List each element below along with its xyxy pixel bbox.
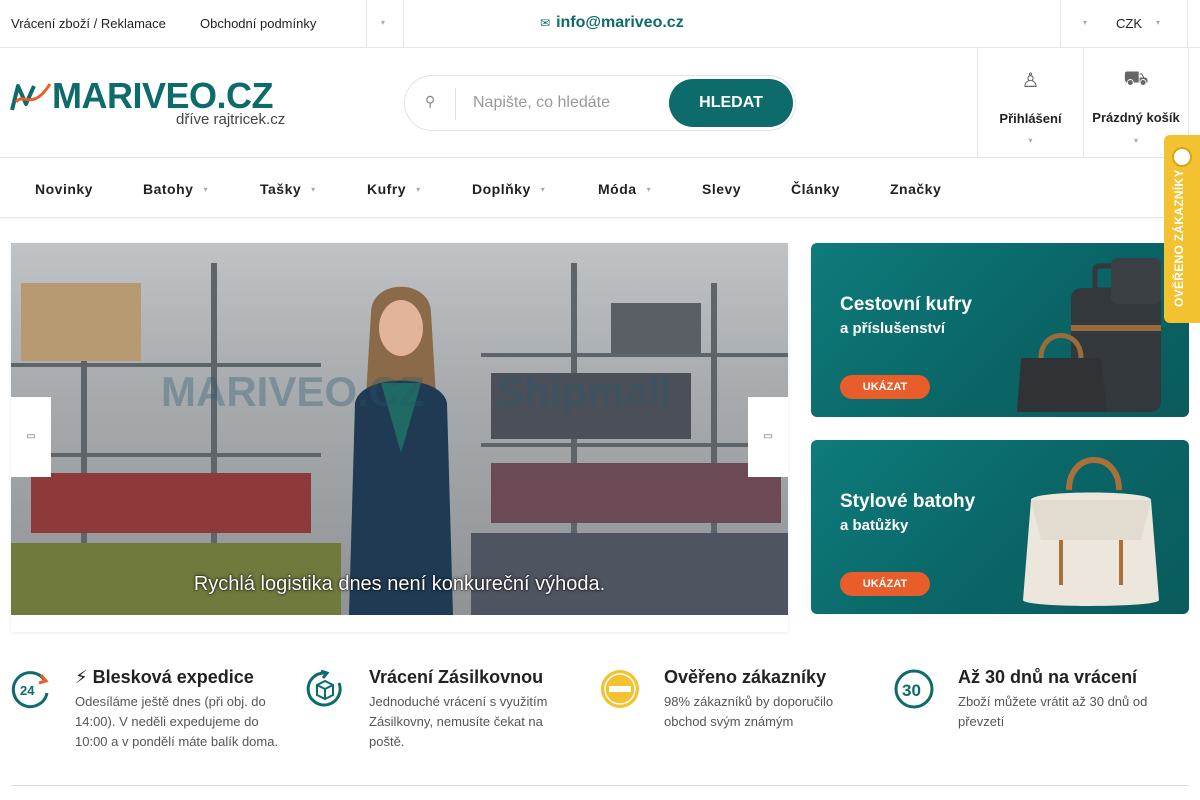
- chevron-down-icon[interactable]: ▾: [1156, 18, 1160, 27]
- login-label: Přihlášení: [999, 111, 1062, 126]
- nav-label: Tašky: [260, 181, 302, 197]
- nav-item-doplnky[interactable]: Doplňky ▾: [472, 181, 545, 197]
- feature-title: ⚡ Blesková expedice: [75, 667, 254, 688]
- top-bar: Vrácení zboží / Reklamace Obchodní podmí…: [0, 0, 1200, 48]
- svg-text:30: 30: [902, 681, 921, 700]
- terms-link[interactable]: Obchodní podmínky: [200, 16, 316, 31]
- suitcase-image: [1017, 258, 1161, 412]
- email-text: info@mariveo.cz: [556, 14, 684, 31]
- banner-button[interactable]: UKÁZAT: [840, 572, 930, 596]
- divider: [366, 0, 367, 48]
- clock-24-icon: 24: [11, 671, 49, 709]
- returns-link[interactable]: Vrácení zboží / Reklamace: [11, 16, 166, 31]
- chevron-down-icon: ▾: [646, 185, 652, 194]
- feature-desc: 98% zákazníků by doporučilo obchod svým …: [664, 694, 834, 729]
- verified-seal-icon: [601, 670, 639, 708]
- presenter-figure: [349, 286, 453, 615]
- feature-desc: Jednoduché vrácení s využitím Zásilkovny…: [369, 694, 548, 749]
- envelope-icon: ✉: [540, 16, 551, 30]
- nav-label: Batohy: [143, 181, 194, 197]
- feature-item: Vrácení Zásilkovnou Jednoduché vrácení s…: [305, 667, 585, 757]
- feature-item: 24 ⚡ Blesková expedice Odesíláme ještě d…: [11, 667, 291, 757]
- slider-next-button[interactable]: ▭: [748, 397, 788, 477]
- banner-title: Cestovní kufry: [840, 294, 972, 315]
- cart-label: Prázdný košík: [1092, 110, 1180, 125]
- watermark-shipmall: Shipmall: [496, 368, 672, 415]
- site-header: MARIVEO.CZ dříve rajtricek.cz ⚲ HLEDAT ♙…: [0, 48, 1200, 158]
- search-bar: ⚲ HLEDAT: [404, 75, 796, 131]
- feature-desc: Odesíláme ještě dnes (při obj. do 14:00)…: [75, 694, 279, 749]
- chevron-down-icon: ▾: [311, 185, 316, 194]
- verified-seal-icon: [1172, 147, 1192, 167]
- search-icon: ⚲: [425, 93, 436, 109]
- nav-item-kufry[interactable]: Kufry ▾: [367, 181, 421, 197]
- divider: [1187, 0, 1188, 48]
- svg-text:24: 24: [20, 683, 35, 698]
- nav-label: Doplňky: [472, 181, 531, 197]
- nav-item-slevy[interactable]: Slevy: [702, 181, 741, 197]
- feature-title-text: Blesková expedice: [92, 667, 254, 687]
- hero-video-frame[interactable]: MARIVEO.CZ Shipmall Rychlá logistika dne…: [11, 243, 788, 615]
- chevron-down-icon: ▾: [203, 185, 208, 194]
- site-logo[interactable]: MARIVEO.CZ dříve rajtricek.cz: [10, 75, 290, 130]
- banner-button[interactable]: UKÁZAT: [840, 375, 930, 399]
- nav-label: Móda: [598, 181, 637, 197]
- search-input[interactable]: [473, 92, 663, 114]
- main-nav: Novinky Batohy ▾ Tašky ▾ Kufry ▾ Doplňky ▾ M…: [0, 158, 1200, 218]
- user-icon: ♙: [1021, 70, 1040, 92]
- divider: [11, 785, 1189, 786]
- currency-selector[interactable]: CZK: [1116, 16, 1142, 31]
- return-box-icon: [306, 669, 342, 707]
- feature-title: Až 30 dnů na vrácení: [958, 667, 1138, 687]
- nav-label: Články: [791, 181, 840, 197]
- feature-title: Vrácení Zásilkovnou: [369, 667, 544, 687]
- nav-item-tasky[interactable]: Tašky ▾: [260, 181, 316, 197]
- divider: [1060, 0, 1061, 48]
- nav-label: Slevy: [702, 181, 742, 197]
- chevron-down-icon: ▾: [1028, 136, 1033, 145]
- feature-title: Ověřeno zákazníky: [664, 667, 827, 687]
- nav-label: Kufry: [367, 181, 407, 197]
- divider: [403, 0, 404, 48]
- banner-suitcases[interactable]: Cestovní kufry a příslušenství UKÁZAT: [811, 243, 1189, 417]
- search-button[interactable]: HLEDAT: [669, 79, 793, 127]
- chevron-down-icon: ▾: [416, 185, 421, 194]
- backpack-image: [1023, 457, 1159, 606]
- video-caption: Rychlá logistika dnes není konkureční vý…: [193, 573, 606, 595]
- feature-desc: Zboží můžete vrátit až 30 dnů od převzet…: [958, 694, 1148, 729]
- nav-item-moda[interactable]: Móda ▾: [598, 181, 651, 197]
- cart-icon: ⛟: [1123, 68, 1149, 90]
- login-button[interactable]: ♙ Přihlášení ▾: [977, 48, 1083, 158]
- banner-title: Stylové batohy: [840, 491, 976, 512]
- divider: [455, 88, 456, 120]
- feature-item: Ověřeno zákazníky 98% zákazníků by dopor…: [600, 667, 880, 757]
- banner-subtitle: a batůžky: [840, 517, 909, 534]
- thirty-days-icon: 30: [894, 669, 934, 709]
- banner-subtitle: a příslušenství: [840, 320, 946, 337]
- bolt-icon: ⚡: [75, 667, 88, 687]
- currency-icon: ▾: [1083, 18, 1088, 27]
- slider-prev-button[interactable]: ▭: [11, 397, 51, 477]
- logo-subtitle: dříve rajtricek.cz: [176, 111, 286, 128]
- badge-label: OVĚŘENO ZÁKAZNÍKY: [1172, 169, 1186, 307]
- nav-item-batohy[interactable]: Batohy ▾: [143, 181, 208, 197]
- hero-slider: MARIVEO.CZ Shipmall Rychlá logistika dne…: [11, 243, 788, 632]
- feature-item: 30 Až 30 dnů na vrácení Zboží můžete vrá…: [894, 667, 1174, 757]
- nav-item-novinky[interactable]: Novinky: [35, 181, 93, 197]
- nav-item-znacky[interactable]: Značky: [890, 181, 941, 197]
- banner-backpacks[interactable]: Stylové batohy a batůžky UKÁZAT: [811, 440, 1189, 614]
- more-links-icon[interactable]: ▾: [381, 18, 385, 27]
- nav-item-clanky[interactable]: Články: [791, 181, 840, 197]
- nav-label: Značky: [890, 181, 942, 197]
- nav-label: Novinky: [35, 181, 93, 197]
- chevron-down-icon: ▾: [540, 185, 546, 194]
- verified-badge-tab[interactable]: OVĚŘENO ZÁKAZNÍKY: [1164, 135, 1200, 323]
- logo-mark-icon: [10, 83, 52, 111]
- watermark-mariveo: MARIVEO.CZ: [161, 368, 425, 415]
- email-link[interactable]: ✉ info@mariveo.cz: [540, 14, 684, 32]
